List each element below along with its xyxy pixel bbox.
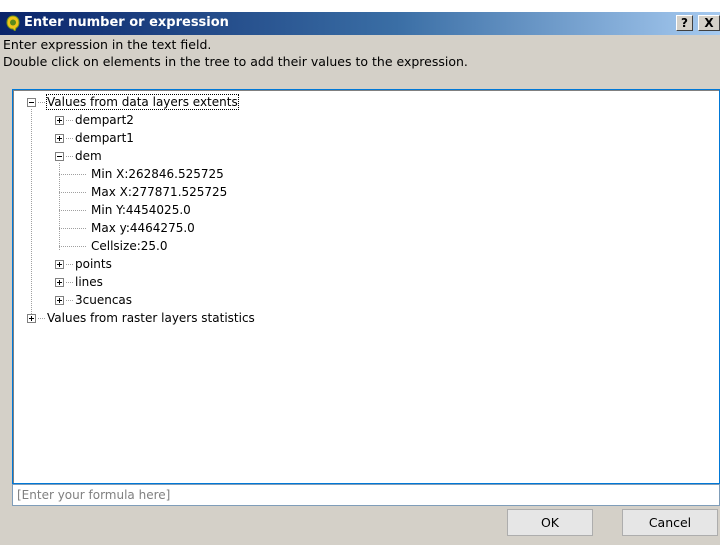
close-button[interactable]: X xyxy=(698,15,720,31)
formula-input[interactable] xyxy=(12,484,720,506)
tree-item-dem[interactable]: dem xyxy=(75,149,102,163)
instruction-line-1: Enter expression in the text field. xyxy=(3,37,212,52)
dialog-title: Enter number or expression xyxy=(24,15,229,30)
ok-button[interactable]: OK xyxy=(507,509,593,536)
expand-icon[interactable] xyxy=(55,116,64,125)
expression-dialog: Enter number or expression ? X Enter exp… xyxy=(0,12,720,545)
tree-item-raster-layers-statistics[interactable]: Values from raster layers statistics xyxy=(47,311,255,325)
tree-item-max-x[interactable]: Max X:277871.525725 xyxy=(91,185,227,199)
expand-icon[interactable] xyxy=(55,260,64,269)
title-bar[interactable]: Enter number or expression ? X xyxy=(0,12,720,35)
expand-icon[interactable] xyxy=(55,134,64,143)
tree-connector-lines xyxy=(31,102,87,323)
collapse-icon[interactable] xyxy=(27,98,36,107)
tree-item-lines[interactable]: lines xyxy=(75,275,103,289)
qgis-app-icon xyxy=(6,15,20,31)
instruction-line-2: Double click on elements in the tree to … xyxy=(3,54,468,69)
tree-item-cellsize[interactable]: Cellsize:25.0 xyxy=(91,239,167,253)
tree-item-points[interactable]: points xyxy=(75,257,112,271)
tree-item-min-y[interactable]: Min Y:4454025.0 xyxy=(91,203,191,217)
tree-item-data-layers-extents[interactable]: Values from data layers extents xyxy=(46,94,239,110)
tree-item-min-x[interactable]: Min X:262846.525725 xyxy=(91,167,224,181)
expand-icon[interactable] xyxy=(55,278,64,287)
values-tree[interactable]: Values from data layers extents dempart2… xyxy=(12,89,720,484)
cancel-button[interactable]: Cancel xyxy=(622,509,718,536)
collapse-icon[interactable] xyxy=(55,152,64,161)
tree-item-3cuencas[interactable]: 3cuencas xyxy=(75,293,132,307)
help-button[interactable]: ? xyxy=(676,15,693,31)
expand-icon[interactable] xyxy=(27,314,36,323)
expand-icon[interactable] xyxy=(55,296,64,305)
tree-item-dempart1[interactable]: dempart1 xyxy=(75,131,134,145)
tree-item-max-y[interactable]: Max y:4464275.0 xyxy=(91,221,195,235)
tree-item-dempart2[interactable]: dempart2 xyxy=(75,113,134,127)
